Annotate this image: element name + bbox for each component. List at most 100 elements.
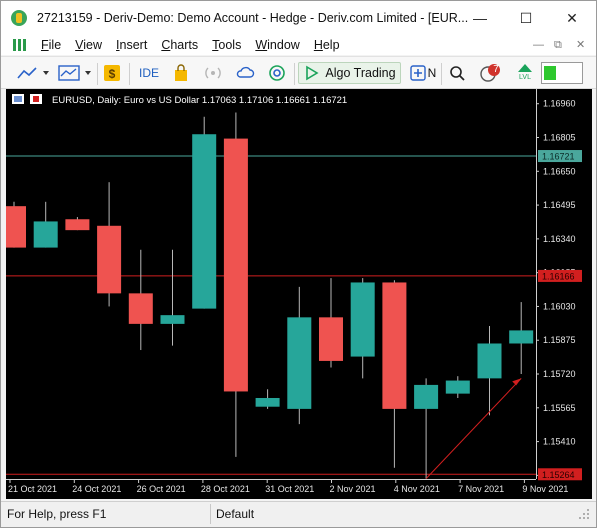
time-tick-label: 26 Oct 2021 [137, 484, 186, 494]
connection-level-bar [544, 66, 556, 80]
signals-button[interactable] [202, 62, 224, 84]
price-tick-label: 1.16495 [543, 200, 576, 210]
svg-text:$: $ [109, 67, 116, 81]
candle-body [477, 343, 502, 379]
candle-body [128, 293, 153, 324]
connection-status-indicator [541, 62, 583, 84]
toolbar: $ IDE Algo Trading N 7 LVL [1, 56, 596, 89]
price-tick-label: 1.15720 [543, 369, 576, 379]
candle-body [97, 225, 122, 294]
algo-trading-label: Algo Trading [325, 66, 396, 80]
mdi-close-button[interactable]: ✕ [576, 35, 585, 55]
time-tick-label: 24 Oct 2021 [72, 484, 121, 494]
notifications-button[interactable]: 7 [478, 62, 502, 84]
chart-type-button[interactable] [14, 62, 52, 84]
level-button[interactable]: LVL [512, 62, 538, 84]
line-chart-icon [17, 67, 49, 79]
status-profile-name: Default [216, 507, 255, 521]
candle-body [255, 397, 280, 407]
play-icon [306, 65, 319, 81]
candle-body [65, 219, 90, 231]
price-tick-label: 1.16805 [543, 133, 576, 143]
candle-body [414, 384, 439, 409]
time-tick-label: 4 Nov 2021 [394, 484, 440, 494]
time-tick-label: 7 Nov 2021 [458, 484, 504, 494]
candle-body [33, 221, 58, 248]
price-tick-label: 1.16650 [543, 166, 576, 176]
candle-body [319, 317, 343, 361]
minimize-button[interactable]: — [457, 1, 503, 35]
time-tick-label: 31 Oct 2021 [265, 484, 314, 494]
resize-grip-icon[interactable] [578, 508, 590, 520]
trend-line [425, 378, 522, 479]
candle-body [382, 282, 407, 409]
title-bar[interactable]: 27213159 - Deriv-Demo: Demo Account - He… [1, 1, 596, 35]
menu-tools[interactable]: Tools [212, 38, 241, 52]
candle-body [223, 138, 248, 392]
level-up-arrow-icon [518, 64, 532, 72]
price-tick-label: 1.15410 [543, 437, 576, 447]
chart-header-text: EURUSD, Daily: Euro vs US Dollar 1.17063… [52, 95, 347, 106]
price-tick-label: 1.15875 [543, 335, 576, 345]
menu-window[interactable]: Window [255, 38, 299, 52]
search-icon [450, 66, 465, 81]
candle-body [287, 317, 312, 409]
vps-button[interactable] [266, 62, 288, 84]
menu-charts[interactable]: Charts [161, 38, 198, 52]
broadcast-icon [205, 67, 221, 79]
status-divider [210, 504, 211, 524]
indicators-button[interactable] [56, 62, 94, 84]
dollar-icon: $ [104, 65, 120, 81]
notification-count-badge: 7 [493, 64, 499, 75]
menu-help[interactable]: Help [314, 38, 340, 52]
cloud-button[interactable] [234, 62, 256, 84]
candle-body [6, 206, 26, 248]
menu-insert[interactable]: Insert [116, 38, 147, 52]
symbol-flag-detail [14, 96, 22, 102]
candlestick-chart[interactable]: EURUSD, Daily: Euro vs US Dollar 1.17063… [6, 89, 592, 499]
current-price-tag: 1.16721 [542, 152, 575, 162]
time-tick-label: 2 Nov 2021 [330, 484, 376, 494]
price-tick-label: 1.16030 [543, 301, 576, 311]
mdi-restore-button[interactable]: ⧉ [554, 35, 562, 55]
status-bar: For Help, press F1 Default [1, 501, 596, 527]
candle-body [192, 134, 217, 309]
search-button[interactable] [446, 62, 468, 84]
price-chart[interactable]: EURUSD, Daily: Euro vs US Dollar 1.17063… [6, 89, 592, 499]
time-tick-label: 21 Oct 2021 [8, 484, 57, 494]
level-label: LVL [519, 74, 531, 81]
price-tick-label: 1.16960 [543, 99, 576, 109]
toolbar-separator [441, 63, 442, 85]
chart-window-icon [13, 38, 27, 52]
price-tick-label: 1.15565 [543, 403, 576, 413]
menu-file[interactable]: File [41, 38, 61, 52]
candle-body [509, 330, 534, 344]
shop-button[interactable] [171, 62, 191, 84]
cloud-icon [236, 66, 255, 78]
candle-body [350, 282, 375, 357]
close-button[interactable]: ✕ [549, 1, 595, 35]
window-title: 27213159 - Deriv-Demo: Demo Account - He… [37, 11, 469, 25]
menu-view[interactable]: View [75, 38, 102, 52]
vps-globe-icon [269, 65, 285, 81]
trend-arrow-head [512, 378, 522, 386]
shopping-bag-icon [175, 64, 187, 81]
indicators-icon [58, 65, 91, 81]
time-tick-label: 9 Nov 2021 [522, 484, 568, 494]
market-button[interactable]: $ [102, 62, 122, 84]
menu-bar: File View Insert Charts Tools Window Hel… [1, 35, 596, 55]
price-tick-label: 1.16340 [543, 234, 576, 244]
lower-level-tag: 1.15264 [542, 470, 575, 480]
new-order-icon [409, 65, 426, 81]
toolbar-separator [97, 63, 98, 85]
terminal-window: 27213159 - Deriv-Demo: Demo Account - He… [0, 0, 597, 528]
algo-trading-button[interactable]: Algo Trading [298, 62, 401, 84]
mdi-minimize-button[interactable]: — [533, 35, 544, 55]
ide-button[interactable]: IDE [135, 62, 163, 84]
new-order-label: N [427, 66, 437, 80]
new-order-button[interactable]: N [407, 62, 439, 84]
upper-level-tag: 1.16166 [542, 271, 575, 281]
status-help-text: For Help, press F1 [7, 507, 107, 521]
timeframe-icon-detail [33, 96, 39, 102]
maximize-button[interactable]: ☐ [503, 1, 549, 35]
